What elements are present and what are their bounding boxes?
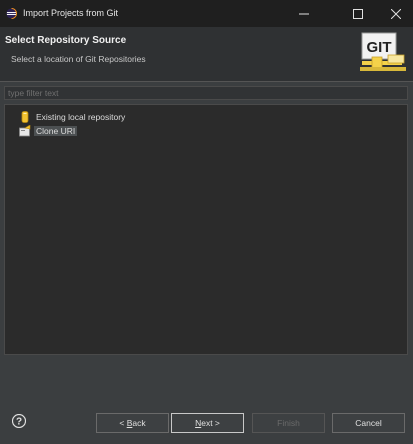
- back-button-prefix: <: [119, 418, 127, 428]
- filter-input[interactable]: [4, 86, 408, 100]
- banner-separator: [0, 81, 413, 82]
- tree-item-label: Clone URI: [34, 125, 78, 136]
- next-button[interactable]: Next >: [171, 413, 244, 433]
- tree-item-label: Existing local repository: [36, 111, 126, 122]
- clone-icon: [19, 124, 31, 136]
- svg-text:?: ?: [16, 417, 22, 428]
- git-logo-text: GIT: [367, 39, 392, 56]
- title-bar[interactable]: Import Projects from Git: [0, 0, 413, 27]
- minimize-icon: [299, 13, 309, 14]
- tree-item-clone-uri[interactable]: Clone URI: [19, 124, 78, 137]
- close-button[interactable]: [374, 0, 413, 27]
- repository-icon: [21, 110, 29, 123]
- page-description: Select a location of Git Repositories: [11, 54, 146, 64]
- import-dialog: Import Projects from Git Select Reposito…: [0, 0, 413, 444]
- wizard-banner: Select Repository Source Select a locati…: [0, 27, 413, 81]
- window-title: Import Projects from Git: [23, 8, 119, 18]
- git-logo-icon: GIT: [360, 32, 406, 71]
- minimize-button[interactable]: [282, 0, 326, 27]
- next-button-rest: ext >: [201, 418, 220, 428]
- eclipse-icon: [6, 8, 17, 19]
- maximize-icon: [353, 8, 363, 19]
- close-icon: [391, 8, 401, 19]
- cancel-button[interactable]: Cancel: [332, 413, 405, 433]
- back-button[interactable]: < Back: [96, 413, 169, 433]
- help-icon[interactable]: ?: [12, 414, 26, 428]
- back-button-rest: ack: [132, 418, 146, 428]
- cancel-button-label: Cancel: [355, 418, 382, 428]
- tree-item-existing-local-repository[interactable]: Existing local repository: [19, 110, 127, 123]
- repository-source-tree[interactable]: Existing local repository Clone URI: [4, 104, 408, 355]
- finish-button[interactable]: Finish: [252, 413, 325, 433]
- finish-button-label: Finish: [277, 418, 300, 428]
- page-title: Select Repository Source: [5, 35, 127, 46]
